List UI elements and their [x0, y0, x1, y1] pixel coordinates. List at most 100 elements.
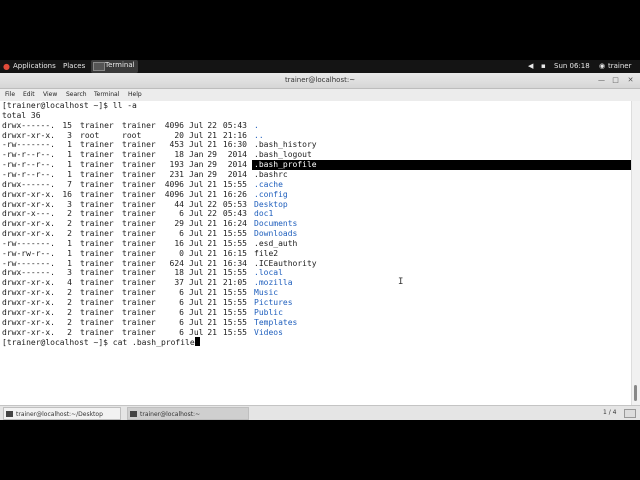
volume-icon[interactable]: ◀ [528, 60, 533, 73]
listing-perm: drwxr-xr-x. [2, 130, 55, 140]
listing-day: 21 [207, 219, 217, 229]
listing-size: 0 [179, 248, 184, 258]
maximize-icon[interactable]: □ [611, 73, 620, 88]
terminal-icon [6, 411, 13, 417]
listing-perm: drwx------. [2, 268, 55, 278]
window-list: trainer@localhost:~/Desktop trainer@loca… [0, 405, 640, 420]
listing-name: .mozilla [254, 278, 293, 288]
listing-name: Templates [254, 317, 298, 327]
listing-time: 05:53 [222, 199, 247, 209]
listing-day: 21 [207, 179, 217, 189]
total-line: total 36 [2, 110, 41, 120]
terminal-output[interactable]: [trainer@localhost ~]$ ll -a total 36 dr… [0, 101, 631, 405]
listing-mon: Jan [189, 150, 204, 160]
listing-size: 20 [174, 130, 184, 140]
listing-owner: trainer [80, 278, 114, 288]
listing-perm: drwxr-xr-x. [2, 278, 55, 288]
listing-owner: root [80, 130, 100, 140]
listing-time: 16:34 [222, 258, 247, 268]
listing-mon: Jul [189, 140, 204, 150]
listing-group: trainer [122, 219, 156, 229]
listing-links: 2 [67, 298, 72, 307]
user-icon[interactable]: ◉ [599, 60, 605, 73]
listing-owner: trainer [80, 229, 114, 239]
listing-group: trainer [122, 268, 156, 278]
listing-owner: trainer [80, 120, 114, 130]
listing-group: trainer [122, 317, 156, 327]
workspace-switcher[interactable] [624, 409, 636, 418]
listing-day: 29 [207, 150, 217, 160]
listing-mon: Jul [189, 288, 204, 298]
listing-mon: Jul [189, 130, 204, 140]
task-desktop-terminal[interactable]: trainer@localhost:~/Desktop [3, 407, 121, 420]
listing-perm: drwxr-xr-x. [2, 199, 55, 209]
menu-edit[interactable]: Edit [23, 89, 35, 101]
terminal-scrollbar[interactable] [631, 101, 640, 405]
listing-time: 05:43 [222, 120, 247, 130]
menu-bar: File Edit View Search Terminal Help [0, 89, 640, 101]
terminal-icon [130, 411, 137, 417]
listing-time: 15:55 [222, 298, 247, 307]
listing-links: 4 [67, 278, 72, 288]
listing-time: 15:55 [222, 179, 247, 189]
listing-size: 4096 [164, 189, 184, 199]
listing-group: trainer [122, 160, 156, 170]
listing-links: 2 [67, 219, 72, 229]
listing-owner: trainer [80, 307, 114, 317]
applications-icon[interactable]: ● [3, 60, 10, 73]
menu-file[interactable]: File [5, 89, 15, 101]
listing-name: .bash_profile [254, 160, 317, 170]
listing-time: 05:43 [222, 209, 247, 219]
listing-mon: Jul [189, 298, 204, 307]
listing-group: root [122, 130, 142, 140]
places-menu[interactable]: Places [63, 60, 85, 73]
listing-group: trainer [122, 179, 156, 189]
network-icon[interactable]: ▪ [541, 60, 546, 73]
close-icon[interactable]: ✕ [626, 73, 635, 88]
listing-group: trainer [122, 238, 156, 248]
text-cursor [194, 337, 200, 347]
scrollbar-thumb[interactable] [634, 385, 637, 401]
listing-owner: trainer [80, 169, 114, 179]
terminal-task-button[interactable]: Terminal [91, 60, 138, 73]
listing-owner: trainer [80, 327, 114, 337]
top-bar: ● Applications Places Terminal ◀ ▪ Sun 0… [0, 60, 640, 73]
listing-time: 2014 [227, 160, 247, 170]
listing-name: .. [254, 130, 264, 140]
listing-mon: Jul [189, 327, 204, 337]
menu-view[interactable]: View [43, 89, 57, 101]
listing-links: 16 [62, 189, 72, 199]
clock[interactable]: Sun 06:18 [554, 60, 590, 73]
workspace-indicator[interactable]: 1 / 4 [603, 406, 616, 419]
menu-help[interactable]: Help [128, 89, 142, 101]
listing-day: 22 [207, 209, 217, 219]
listing-group: trainer [122, 258, 156, 268]
listing-time: 15:55 [222, 238, 247, 248]
listing-perm: -rw-------. [2, 238, 55, 248]
listing-size: 18 [174, 150, 184, 160]
listing-mon: Jul [189, 258, 204, 268]
listing-size: 18 [174, 268, 184, 278]
menu-search[interactable]: Search [66, 89, 87, 101]
listing-perm: -rw-------. [2, 140, 55, 150]
listing-perm: drwxr-xr-x. [2, 288, 55, 298]
current-command: [trainer@localhost ~]$ cat .bash_profile [2, 338, 195, 348]
listing-size: 6 [179, 209, 184, 219]
listing-group: trainer [122, 229, 156, 239]
listing-name: Desktop [254, 199, 288, 209]
listing-size: 6 [179, 307, 184, 317]
minimize-icon[interactable]: — [597, 73, 606, 88]
listing-owner: trainer [80, 189, 114, 199]
listing-mon: Jul [189, 179, 204, 189]
task-home-terminal[interactable]: trainer@localhost:~ [127, 407, 249, 420]
applications-menu[interactable]: Applications [13, 60, 56, 73]
listing-perm: -rw-r--r--. [2, 160, 55, 170]
listing-perm: drwx------. [2, 120, 55, 130]
listing-size: 37 [174, 278, 184, 288]
listing-mon: Jul [189, 268, 204, 278]
user-menu[interactable]: trainer [608, 60, 631, 73]
window-title-bar[interactable]: trainer@localhost:~ — □ ✕ [0, 73, 640, 89]
listing-owner: trainer [80, 199, 114, 209]
listing-owner: trainer [80, 209, 114, 219]
menu-terminal[interactable]: Terminal [94, 89, 119, 101]
